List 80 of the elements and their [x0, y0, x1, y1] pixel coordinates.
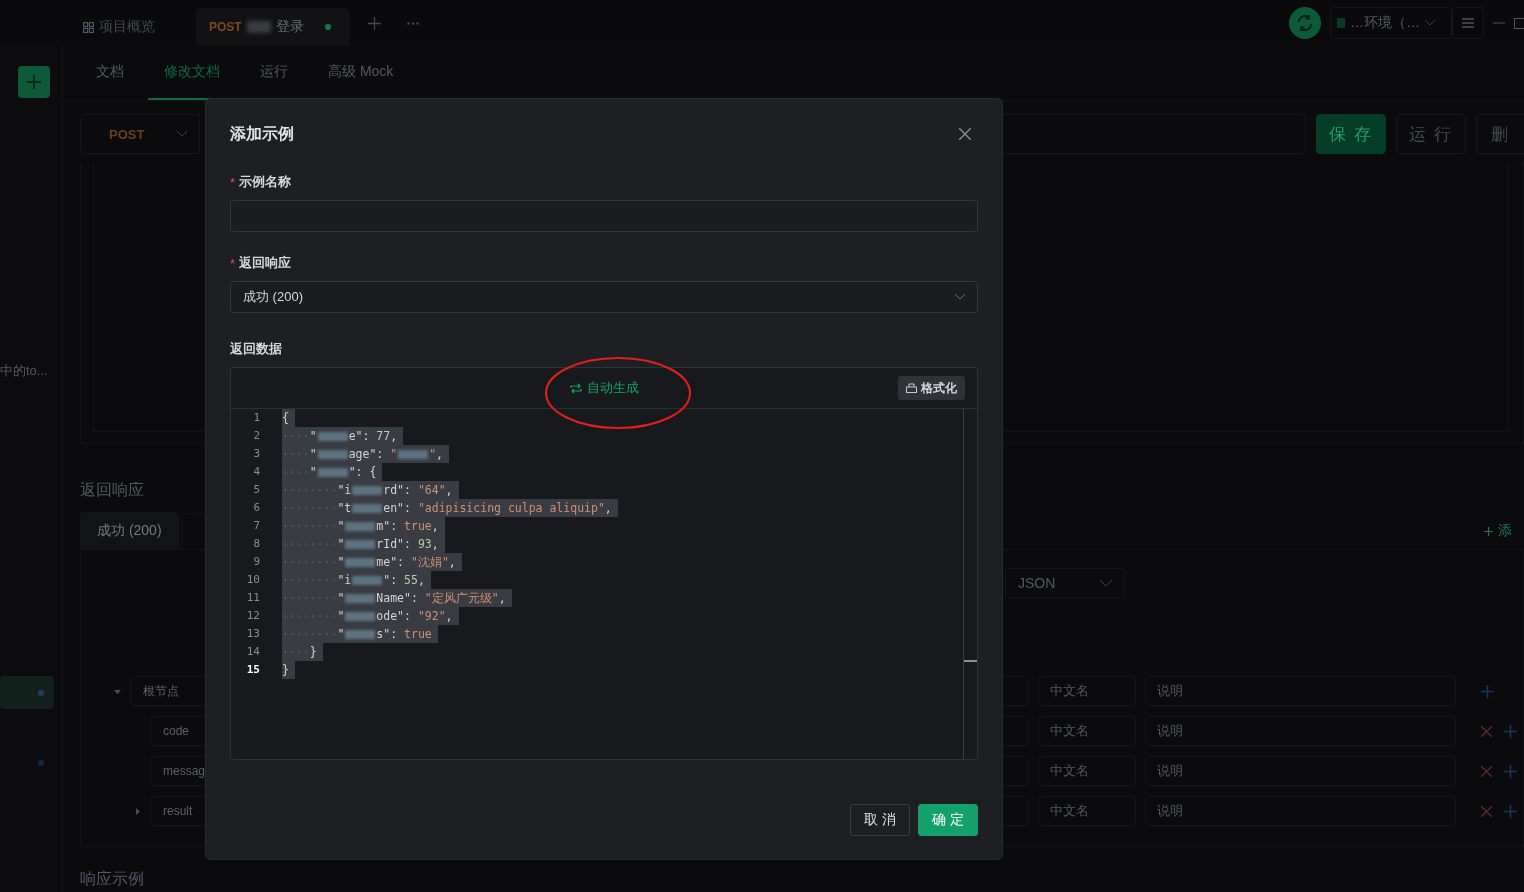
required-mark: *: [230, 255, 236, 271]
add-icon[interactable]: [1504, 804, 1517, 818]
menu-icon: [1462, 18, 1474, 28]
sidebar-row[interactable]: [0, 676, 54, 709]
environment-select[interactable]: …环境（…: [1330, 7, 1452, 39]
add-link[interactable]: 添: [1484, 522, 1512, 540]
caret-icon[interactable]: [134, 807, 141, 815]
plus-icon: [27, 75, 41, 89]
description-input[interactable]: 说明: [1145, 716, 1456, 746]
name-field[interactable]: [230, 200, 978, 232]
required-mark: *: [230, 174, 236, 190]
field-label: 返回数据: [230, 340, 283, 358]
grid-icon: [83, 21, 94, 33]
dialog-title: 添加示例: [230, 123, 294, 144]
add-icon[interactable]: [1504, 764, 1517, 778]
line-number: 6: [252, 500, 261, 516]
response-select[interactable]: 成功 (200): [230, 281, 978, 313]
method-select[interactable]: POST: [80, 114, 200, 154]
maximize-icon[interactable]: [1514, 17, 1524, 29]
action-button[interactable]: 删: [1476, 114, 1524, 154]
printer-icon: [906, 383, 917, 393]
action-button[interactable]: 保 存: [1316, 114, 1386, 154]
dialog-button[interactable]: 取 消: [850, 804, 910, 836]
format-select[interactable]: JSON: [1005, 568, 1125, 598]
line-number: 7: [252, 518, 261, 534]
workspace-tab[interactable]: POST 登录: [196, 8, 350, 46]
workspace-tab[interactable]: 项目概览: [70, 8, 196, 46]
delete-icon[interactable]: [1481, 805, 1492, 817]
description-input[interactable]: 说明: [1145, 756, 1456, 786]
line-number: 11: [245, 590, 261, 606]
chinese-name-input[interactable]: 中文名: [1038, 716, 1136, 746]
sync-icon[interactable]: [1289, 7, 1321, 39]
chinese-name-input[interactable]: 中文名: [1038, 676, 1136, 706]
response-tab[interactable]: 成功 (200): [80, 512, 179, 549]
delete-icon[interactable]: [1481, 725, 1492, 737]
sidebar-item[interactable]: 中的to...: [0, 362, 56, 380]
refresh-icon: [569, 382, 582, 394]
chinese-name-input[interactable]: 中文名: [1038, 756, 1136, 786]
minimize-icon[interactable]: [1493, 22, 1505, 24]
line-number: 1: [252, 410, 261, 426]
field-label: 示例名称: [239, 173, 292, 191]
add-button[interactable]: [18, 66, 50, 98]
section-heading: 返回响应: [80, 480, 144, 500]
document-tab[interactable]: 运行: [244, 46, 304, 100]
auto-generate-button[interactable]: 自动生成: [569, 379, 639, 397]
chevron-icon: [955, 294, 965, 300]
more-icon[interactable]: [407, 21, 419, 25]
document-tab[interactable]: 文档: [80, 46, 140, 100]
section-heading: 响应示例: [80, 869, 144, 889]
line-number: 9: [252, 554, 261, 570]
plus-icon: [1484, 526, 1493, 536]
line-number: 15: [245, 662, 261, 678]
line-number: 5: [252, 482, 261, 498]
line-number: 10: [245, 572, 261, 588]
action-button[interactable]: 运 行: [1396, 114, 1466, 154]
line-number: 13: [245, 626, 261, 642]
add-icon[interactable]: [1481, 684, 1494, 698]
chinese-name-input[interactable]: 中文名: [1038, 796, 1136, 826]
chevron-icon: [177, 131, 187, 137]
add-icon[interactable]: [1504, 724, 1517, 738]
line-number: 4: [252, 464, 261, 480]
scrollbar[interactable]: [963, 409, 977, 759]
chevron-icon: [1100, 579, 1112, 587]
description-input[interactable]: 说明: [1145, 796, 1456, 826]
description-input[interactable]: 说明: [1145, 676, 1456, 706]
line-number: 3: [252, 446, 261, 462]
line-number: 2: [252, 428, 261, 444]
document-tab[interactable]: 高级 Mock: [312, 46, 410, 100]
chevron-icon: [1425, 20, 1435, 26]
delete-icon[interactable]: [1481, 765, 1492, 777]
field-label: 返回响应: [239, 254, 292, 272]
menu-button[interactable]: [1452, 7, 1484, 39]
line-number: 12: [245, 608, 261, 624]
format-button[interactable]: 格式化: [898, 376, 965, 400]
close-icon[interactable]: [959, 128, 971, 140]
line-number: 14: [245, 644, 261, 660]
plus-icon[interactable]: [368, 16, 381, 30]
dialog-button[interactable]: 确 定: [918, 804, 978, 836]
line-number: 8: [252, 536, 261, 552]
caret-icon[interactable]: [114, 687, 121, 695]
